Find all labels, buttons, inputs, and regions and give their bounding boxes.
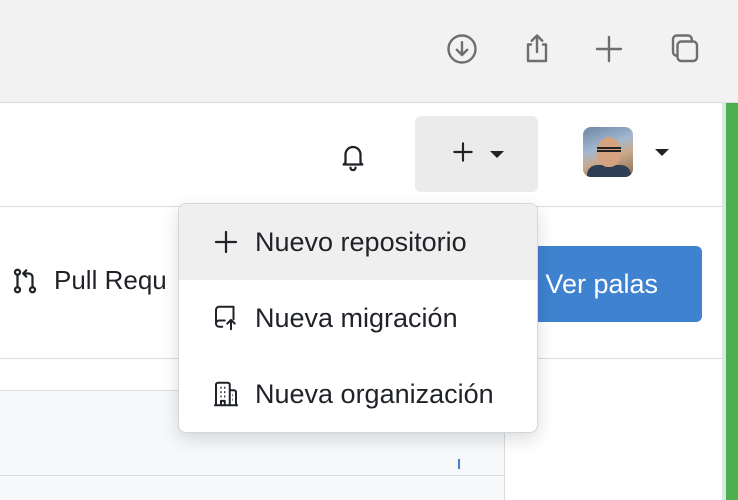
browser-toolbar bbox=[0, 0, 738, 103]
tab-pull-requests-label: Pull Requ bbox=[54, 265, 167, 295]
app-window: Pull Requ Ver palas Nuevo repositorio Nu… bbox=[0, 0, 738, 500]
share-icon[interactable] bbox=[516, 28, 558, 70]
app-header bbox=[0, 103, 722, 207]
repo-push-icon bbox=[215, 305, 236, 331]
menu-item-label: Nueva migración bbox=[255, 302, 458, 333]
divider bbox=[0, 475, 505, 476]
panel-marker bbox=[458, 459, 460, 469]
menu-item-label: Nuevo repositorio bbox=[255, 226, 467, 257]
new-tab-icon[interactable] bbox=[588, 28, 630, 70]
bell-icon[interactable] bbox=[333, 137, 373, 177]
avatar bbox=[583, 127, 633, 177]
tab-overview-icon[interactable] bbox=[664, 28, 706, 70]
tab-pull-requests[interactable]: Pull Requ bbox=[10, 265, 167, 296]
pull-request-icon bbox=[13, 268, 37, 293]
plus-icon bbox=[214, 230, 238, 254]
chevron-down-icon bbox=[489, 150, 504, 158]
window-edge-strip bbox=[722, 103, 738, 500]
plus-icon bbox=[450, 139, 476, 170]
menu-item-new-repository[interactable]: Nuevo repositorio bbox=[179, 204, 537, 280]
organization-icon bbox=[214, 381, 238, 407]
view-boards-button[interactable]: Ver palas bbox=[510, 246, 702, 322]
menu-item-new-organization[interactable]: Nueva organización bbox=[179, 356, 537, 432]
create-menu: Nuevo repositorio Nueva migración Nueva … bbox=[178, 203, 538, 433]
chevron-down-icon bbox=[655, 148, 669, 156]
create-new-button[interactable] bbox=[415, 116, 538, 192]
downloads-icon[interactable] bbox=[441, 28, 483, 70]
user-menu-button[interactable] bbox=[583, 126, 673, 178]
menu-item-label: Nueva organización bbox=[255, 378, 494, 409]
menu-item-new-migration[interactable]: Nueva migración bbox=[179, 280, 537, 356]
